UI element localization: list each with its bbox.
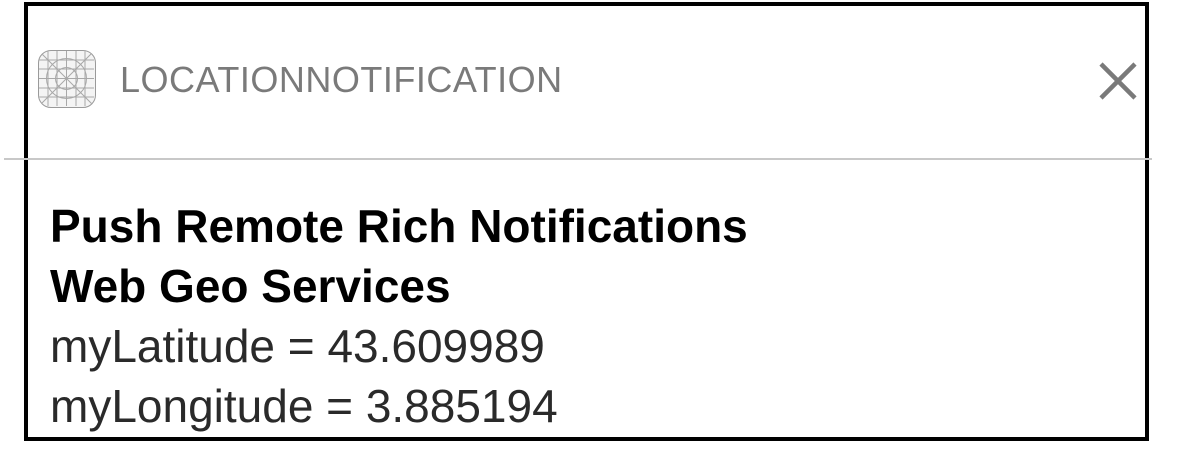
header-divider [4,158,1152,160]
notification-banner[interactable]: LOCATIONNOTIFICATION Push Remote Rich No… [4,2,1152,441]
close-icon[interactable] [1095,58,1141,104]
app-name: LOCATIONNOTIFICATION [120,59,563,100]
app-grid-icon [38,50,96,108]
notification-title: Push Remote Rich Notifications [50,200,748,252]
notification-header: LOCATIONNOTIFICATION [28,6,1145,158]
notification-body: Push Remote Rich Notifications Web Geo S… [50,196,1135,436]
notification-subtitle: Web Geo Services [50,260,451,312]
longitude-line: myLongitude = 3.885194 [50,380,558,432]
close-button[interactable] [1095,58,1141,104]
latitude-line: myLatitude = 43.609989 [50,320,545,372]
